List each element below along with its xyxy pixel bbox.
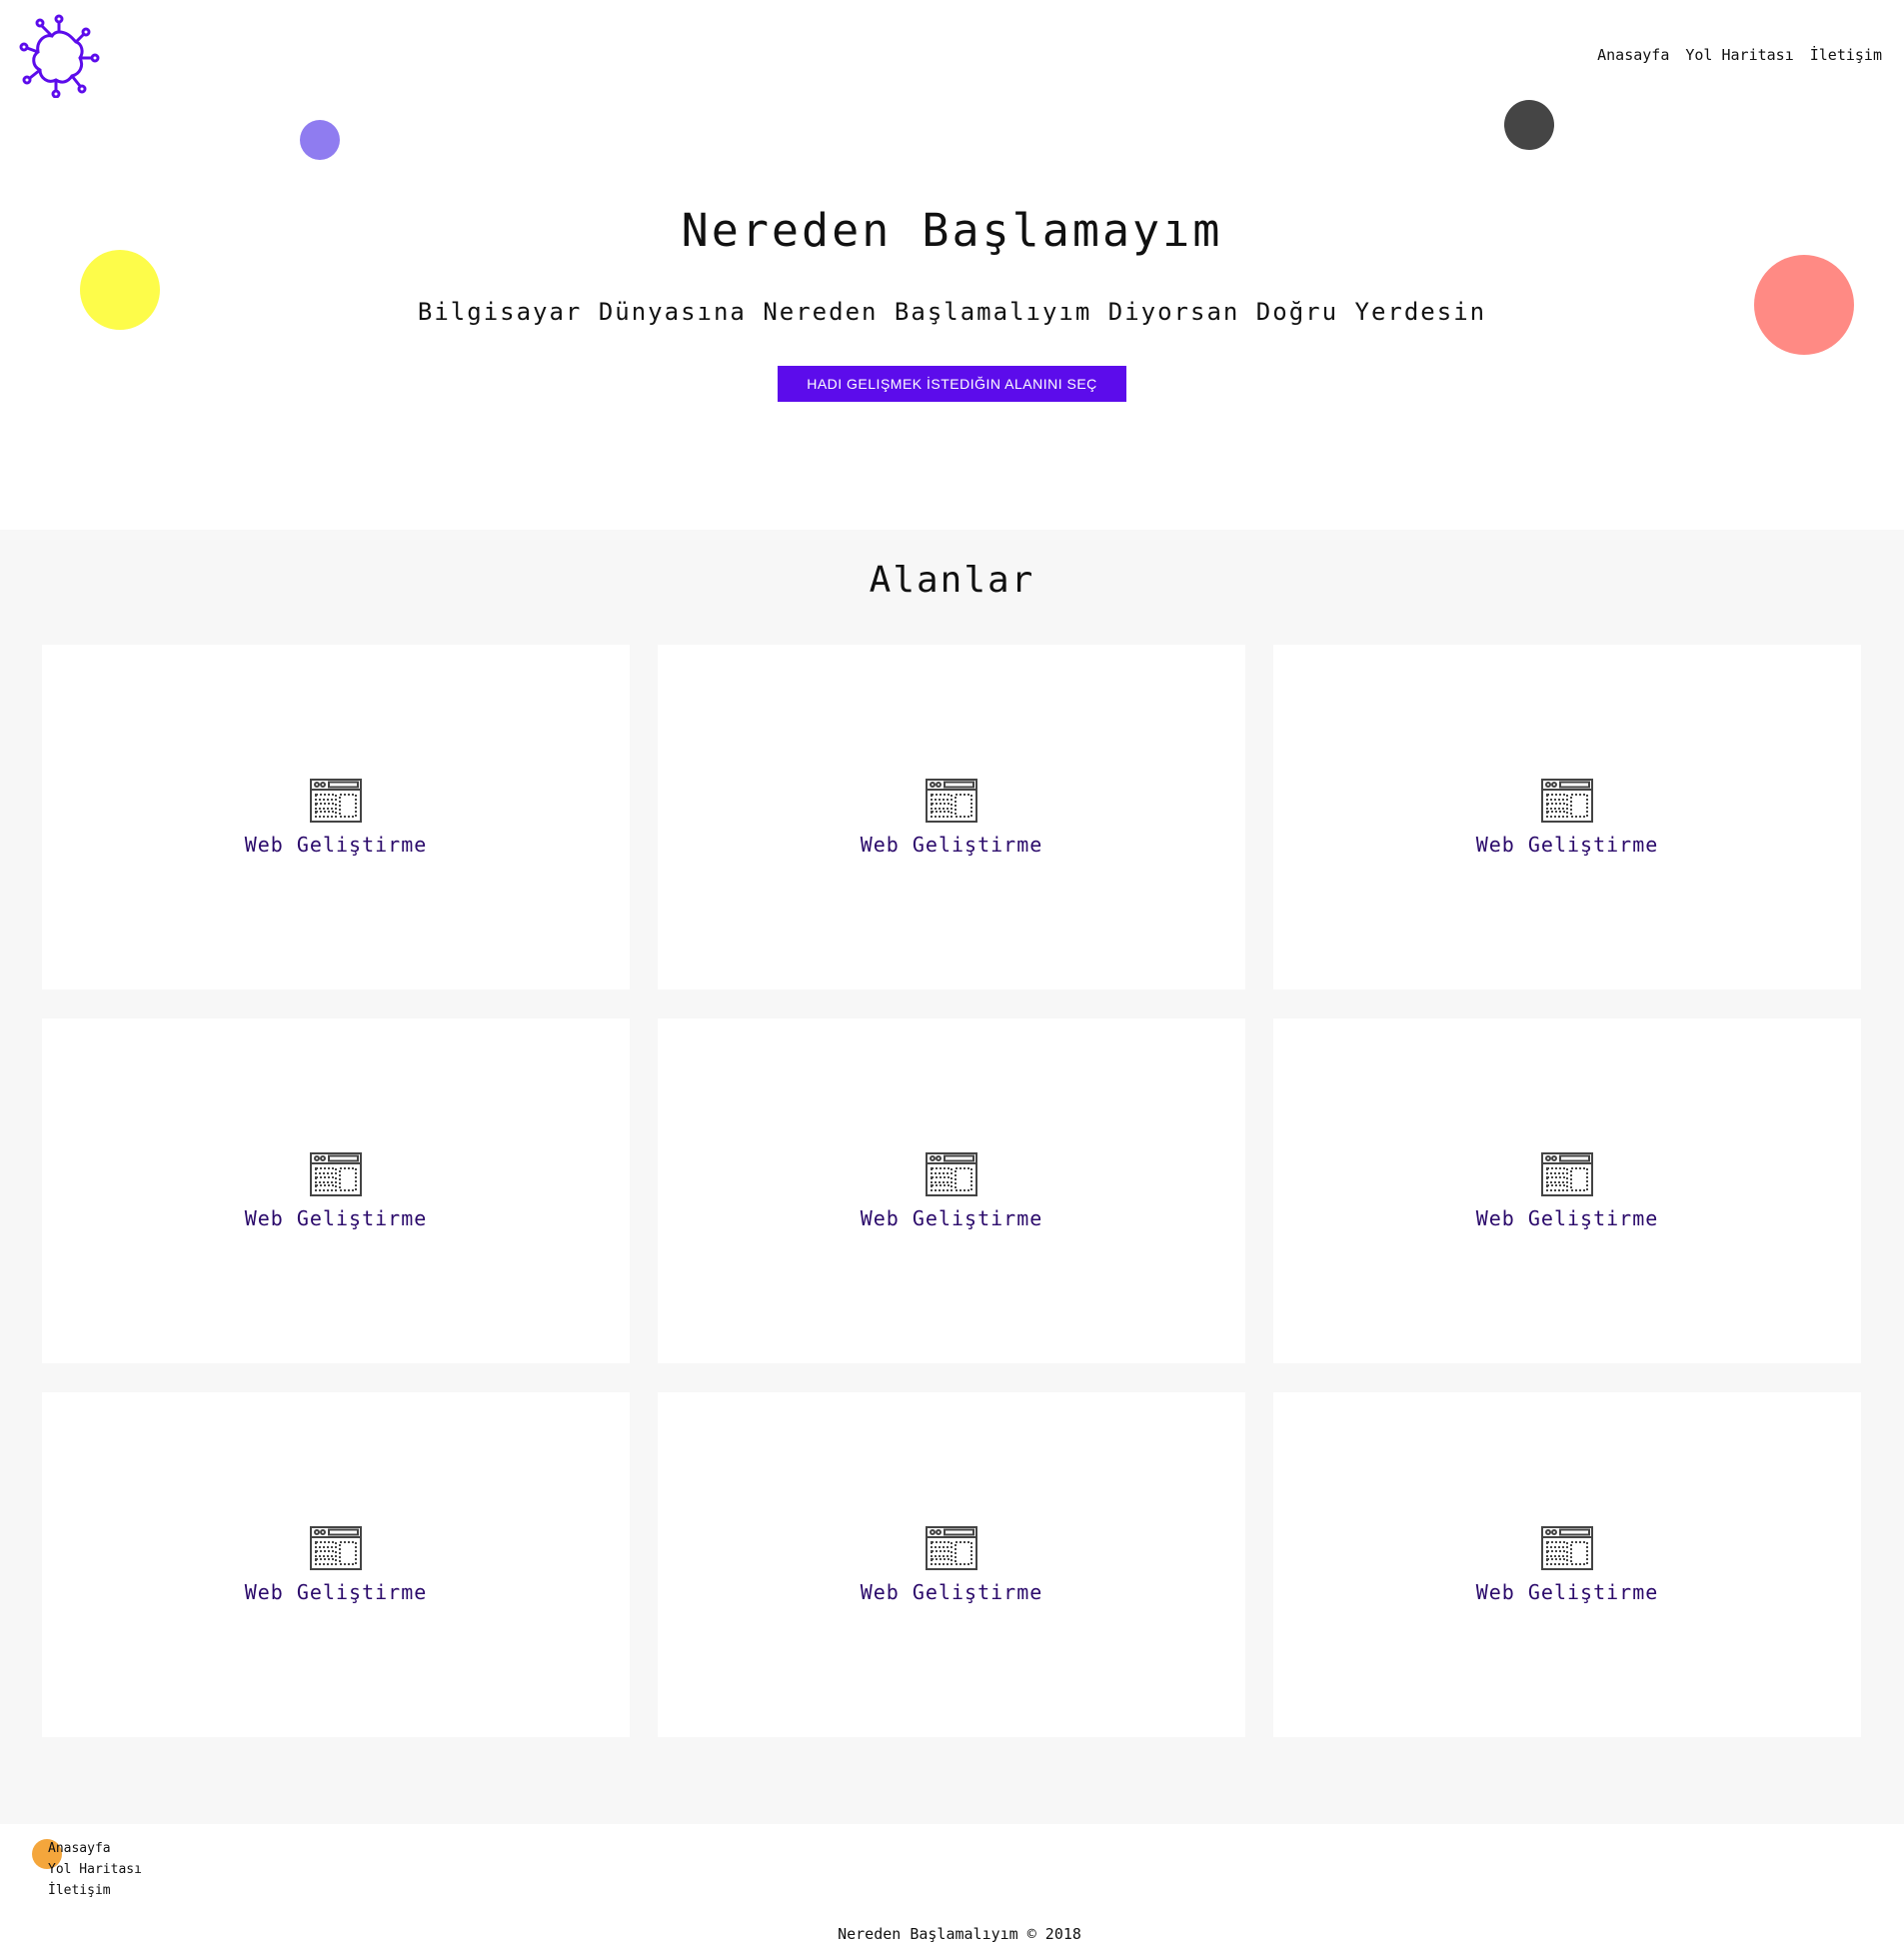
- field-card[interactable]: Web Geliştirme: [42, 645, 630, 989]
- field-card[interactable]: Web Geliştirme: [658, 1018, 1245, 1363]
- browser-window-icon: [310, 778, 362, 823]
- section-title: Alanlar: [869, 560, 1035, 601]
- field-card[interactable]: Web Geliştirme: [1273, 1392, 1861, 1737]
- field-card-label: Web Geliştirme: [860, 1579, 1043, 1604]
- browser-window-icon: [1541, 778, 1593, 823]
- decorative-circle: [300, 120, 340, 160]
- browser-window-icon: [310, 1525, 362, 1570]
- molecule-logo-icon[interactable]: [18, 14, 100, 98]
- nav-link-contact[interactable]: İletişim: [1810, 46, 1882, 64]
- browser-window-icon: [926, 1525, 977, 1570]
- hero-subtitle: Bilgisayar Dünyasına Nereden Başlamalıyı…: [417, 298, 1487, 326]
- field-card-label: Web Geliştirme: [860, 832, 1043, 857]
- field-card[interactable]: Web Geliştirme: [658, 1392, 1245, 1737]
- field-card[interactable]: Web Geliştirme: [1273, 1018, 1861, 1363]
- footer-link-contact[interactable]: İletişim: [48, 1883, 142, 1898]
- footer-nav: Anasayfa Yol Haritası İletişim: [48, 1841, 142, 1898]
- fields-grid: Web Geliştirme Web Geliştirme Web Gelişt…: [42, 645, 1861, 1737]
- top-nav: Anasayfa Yol Haritası İletişim: [1597, 46, 1882, 64]
- field-card[interactable]: Web Geliştirme: [42, 1392, 630, 1737]
- nav-link-roadmap[interactable]: Yol Haritası: [1685, 46, 1793, 64]
- hero-title: Nereden Başlamayım: [681, 204, 1223, 257]
- field-card-label: Web Geliştirme: [244, 1579, 428, 1604]
- footer-link-roadmap[interactable]: Yol Haritası: [48, 1862, 142, 1877]
- browser-window-icon: [1541, 1525, 1593, 1570]
- browser-window-icon: [926, 1151, 977, 1196]
- choose-field-button[interactable]: HADI GELIŞMEK İSTEDIĞIN ALANINI SEÇ: [778, 366, 1126, 402]
- field-card-label: Web Geliştirme: [860, 1205, 1043, 1230]
- fields-section: Alanlar Web Geliştirme Web Geliştirme We…: [0, 530, 1904, 1824]
- browser-window-icon: [1541, 1151, 1593, 1196]
- browser-window-icon: [926, 778, 977, 823]
- hero-section: Anasayfa Yol Haritası İletişim Nereden B…: [0, 0, 1904, 530]
- field-card[interactable]: Web Geliştirme: [658, 645, 1245, 989]
- field-card-label: Web Geliştirme: [1475, 1579, 1659, 1604]
- copyright-text: Nereden Başlamalıyım © 2018: [838, 1925, 1081, 1943]
- footer-link-home[interactable]: Anasayfa: [48, 1841, 142, 1856]
- browser-window-icon: [310, 1151, 362, 1196]
- decorative-circle: [1504, 100, 1554, 150]
- field-card-label: Web Geliştirme: [1475, 1205, 1659, 1230]
- field-card-label: Web Geliştirme: [244, 832, 428, 857]
- field-card[interactable]: Web Geliştirme: [1273, 645, 1861, 989]
- field-card-label: Web Geliştirme: [1475, 832, 1659, 857]
- field-card-label: Web Geliştirme: [244, 1205, 428, 1230]
- field-card[interactable]: Web Geliştirme: [42, 1018, 630, 1363]
- nav-link-home[interactable]: Anasayfa: [1597, 46, 1669, 64]
